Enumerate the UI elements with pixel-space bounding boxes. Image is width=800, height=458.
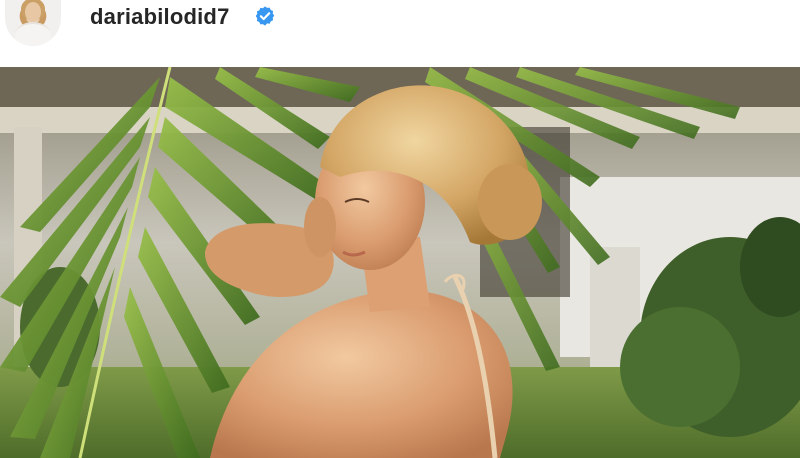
verified-badge-icon xyxy=(255,6,275,26)
post-header: dariabilodid7 xyxy=(0,0,800,67)
post-photo[interactable] xyxy=(0,67,800,458)
post-photo-illustration xyxy=(0,67,800,458)
avatar-face xyxy=(25,2,41,22)
username-link[interactable]: dariabilodid7 xyxy=(90,4,230,30)
avatar[interactable] xyxy=(5,0,61,46)
avatar-shoulders xyxy=(15,22,51,46)
